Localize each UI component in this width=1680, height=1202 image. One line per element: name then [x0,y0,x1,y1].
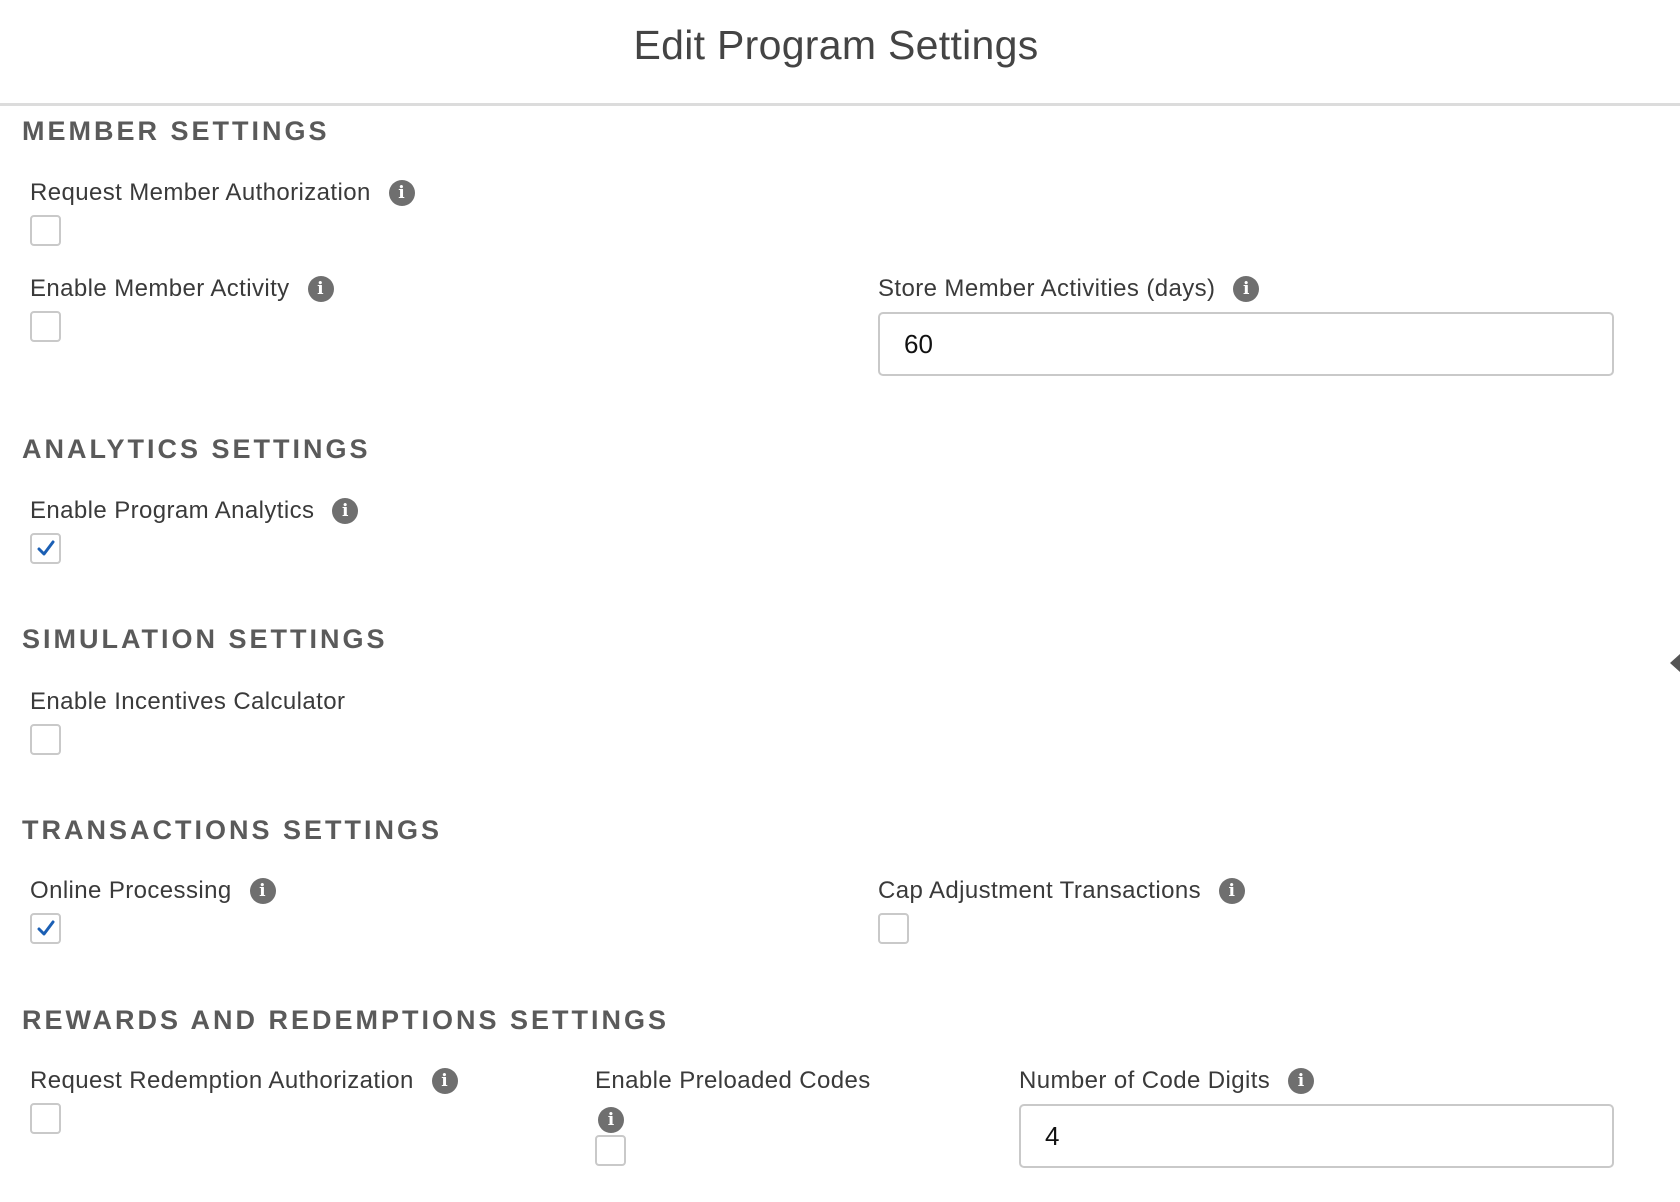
info-icon[interactable]: i [249,878,276,904]
cap-adjustment-transactions-checkbox[interactable] [878,913,909,944]
enable-preloaded-codes-field: Enable Preloaded Codes i [595,1065,871,1166]
modal-title: Edit Program Settings [633,22,1039,68]
section-title-member-settings: MEMBER SETTINGS [22,116,330,146]
enable-incentives-calculator-label: Enable Incentives Calculator [30,688,346,715]
enable-program-analytics-checkbox[interactable] [30,533,61,564]
info-icon[interactable]: i [1233,276,1260,302]
cap-adjustment-transactions-label: Cap Adjustment Transactions [878,877,1201,904]
store-member-activities-field: Store Member Activities (days) i [878,273,1260,305]
info-icon[interactable]: i [431,1068,458,1094]
request-member-authorization-checkbox[interactable] [30,215,61,246]
enable-member-activity-checkbox[interactable] [30,311,61,342]
info-icon[interactable]: i [1288,1068,1315,1094]
store-member-activities-value: 60 [904,328,933,359]
number-of-code-digits-label: Number of Code Digits [1019,1067,1271,1094]
section-title-rewards-and-redemptions-settings: REWARDS AND REDEMPTIONS SETTINGS [22,1005,670,1035]
enable-program-analytics-label: Enable Program Analytics [30,497,315,524]
enable-incentives-calculator-checkbox[interactable] [30,724,61,755]
cap-adjustment-transactions-field: Cap Adjustment Transactions i [878,875,1245,944]
online-processing-field: Online Processing i [30,875,276,944]
collapse-caret-icon[interactable] [1670,654,1680,672]
info-icon[interactable]: i [388,180,415,206]
online-processing-label: Online Processing [30,877,232,904]
store-member-activities-label: Store Member Activities (days) [878,275,1216,302]
check-mark-icon [37,540,55,556]
section-title-simulation-settings: SIMULATION SETTINGS [22,624,388,654]
number-of-code-digits-input[interactable]: 4 [1019,1104,1614,1168]
number-of-code-digits-value: 4 [1045,1120,1060,1151]
info-icon[interactable]: i [332,498,359,524]
info-icon[interactable]: i [1218,878,1245,904]
online-processing-checkbox[interactable] [30,913,61,944]
request-member-authorization-label: Request Member Authorization [30,179,371,206]
enable-member-activity-field: Enable Member Activity i [30,273,334,342]
section-title-analytics-settings: ANALYTICS SETTINGS [22,434,371,464]
request-member-authorization-field: Request Member Authorization i [30,177,415,246]
enable-member-activity-label: Enable Member Activity [30,275,290,302]
number-of-code-digits-field: Number of Code Digits i [1019,1065,1315,1097]
check-mark-icon [37,920,55,936]
request-redemption-authorization-checkbox[interactable] [30,1103,61,1134]
modal-header: Edit Program Settings [0,0,1680,106]
enable-program-analytics-field: Enable Program Analytics i [30,495,359,564]
enable-preloaded-codes-label: Enable Preloaded Codes [595,1067,871,1094]
info-icon[interactable]: i [598,1107,624,1133]
section-title-transactions-settings: TRANSACTIONS SETTINGS [22,815,443,845]
enable-preloaded-codes-checkbox[interactable] [595,1135,626,1166]
info-icon[interactable]: i [307,276,334,302]
store-member-activities-input[interactable]: 60 [878,312,1614,376]
request-redemption-authorization-field: Request Redemption Authorization i [30,1065,458,1134]
enable-incentives-calculator-field: Enable Incentives Calculator [30,686,345,755]
request-redemption-authorization-label: Request Redemption Authorization [30,1067,414,1094]
